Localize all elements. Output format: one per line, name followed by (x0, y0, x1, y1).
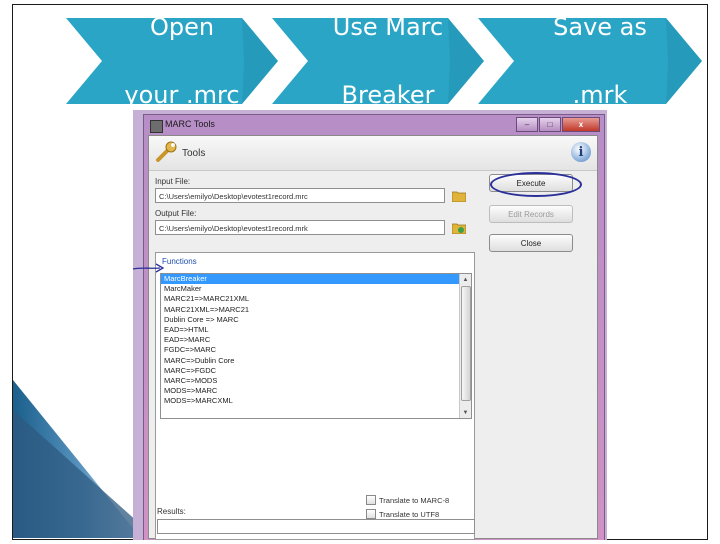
list-item[interactable]: MARC=>Dublin Core (161, 356, 471, 366)
browse-output-folder-icon[interactable] (452, 222, 466, 234)
close-button[interactable]: Close (489, 234, 573, 252)
output-file-label: Output File: (155, 209, 197, 218)
list-item[interactable]: MarcBreaker (161, 274, 471, 285)
execute-annotation-ring (490, 172, 582, 197)
step-arrow-open: Open your .mrc (66, 13, 278, 109)
tools-label: Tools (182, 148, 206, 159)
list-item[interactable]: MODS=>MARCXML (161, 396, 471, 406)
step-marcbreaker-text: Use Marc Breaker (332, 13, 444, 109)
list-item[interactable]: MarcMaker (161, 284, 471, 294)
functions-list[interactable]: MarcBreaker MarcMaker MARC21=>MARC21XML … (160, 273, 472, 419)
app-icon (150, 120, 163, 133)
translate-marc8-label: Translate to MARC-8 (379, 495, 450, 505)
input-file-field[interactable]: C:\Users\emilyo\Desktop\evotest1record.m… (155, 188, 445, 203)
maximize-button[interactable]: □ (539, 117, 561, 132)
translate-utf8-option[interactable]: Translate to UTF8 (366, 509, 439, 519)
tools-wrench-icon (156, 141, 177, 162)
translate-marc8-option[interactable]: Translate to MARC-8 (366, 495, 449, 505)
step-arrow-marcbreaker: Use Marc Breaker (272, 13, 484, 109)
input-file-label: Input File: (155, 177, 191, 186)
window-title: MARC Tools (165, 119, 215, 129)
translate-utf8-checkbox[interactable] (366, 509, 376, 519)
info-icon[interactable]: i (571, 142, 591, 162)
list-item[interactable]: MARC=>MODS (161, 376, 471, 386)
close-window-button[interactable]: x (562, 117, 600, 132)
list-item[interactable]: MODS=>MARC (161, 386, 471, 396)
translate-utf8-label: Translate to UTF8 (379, 509, 440, 519)
step-open-text: Open your .mrc (124, 13, 240, 109)
minimize-button[interactable]: – (516, 117, 538, 132)
functions-group: Functions MarcBreaker MarcMaker MARC21=>… (155, 252, 475, 540)
list-item[interactable]: MARC=>FGDC (161, 366, 471, 376)
functions-scrollbar[interactable]: ▲ ▼ (459, 274, 471, 418)
scroll-thumb[interactable] (461, 286, 471, 401)
scroll-down-icon[interactable]: ▼ (460, 407, 471, 418)
results-field[interactable] (157, 519, 475, 534)
translate-marc8-checkbox[interactable] (366, 495, 376, 505)
list-item[interactable]: EAD=>MARC (161, 335, 471, 345)
tools-header: Tools i (149, 136, 597, 171)
edit-records-button[interactable]: Edit Records (489, 205, 573, 223)
marcbreaker-annotation-arrow-icon (132, 263, 165, 273)
scroll-up-icon[interactable]: ▲ (460, 274, 471, 285)
results-label: Results: (157, 507, 186, 516)
list-item[interactable]: MARC21=>MARC21XML (161, 294, 471, 304)
window-titlebar[interactable]: MARC Tools – □ x (144, 115, 604, 135)
list-item[interactable]: EAD=>HTML (161, 325, 471, 335)
list-item[interactable]: MARC21XML=>MARC21 (161, 305, 471, 315)
step-arrow-save: Save as .mrk (478, 13, 702, 109)
step-save-text: Save as .mrk (553, 13, 647, 109)
browse-input-folder-icon[interactable] (452, 190, 466, 202)
output-file-field[interactable]: C:\Users\emilyo\Desktop\evotest1record.m… (155, 220, 445, 235)
list-item[interactable]: FGDC=>MARC (161, 345, 471, 355)
functions-title: Functions (162, 257, 197, 266)
window-controls: – □ x (516, 117, 600, 132)
list-item[interactable]: Dublin Core => MARC (161, 315, 471, 325)
